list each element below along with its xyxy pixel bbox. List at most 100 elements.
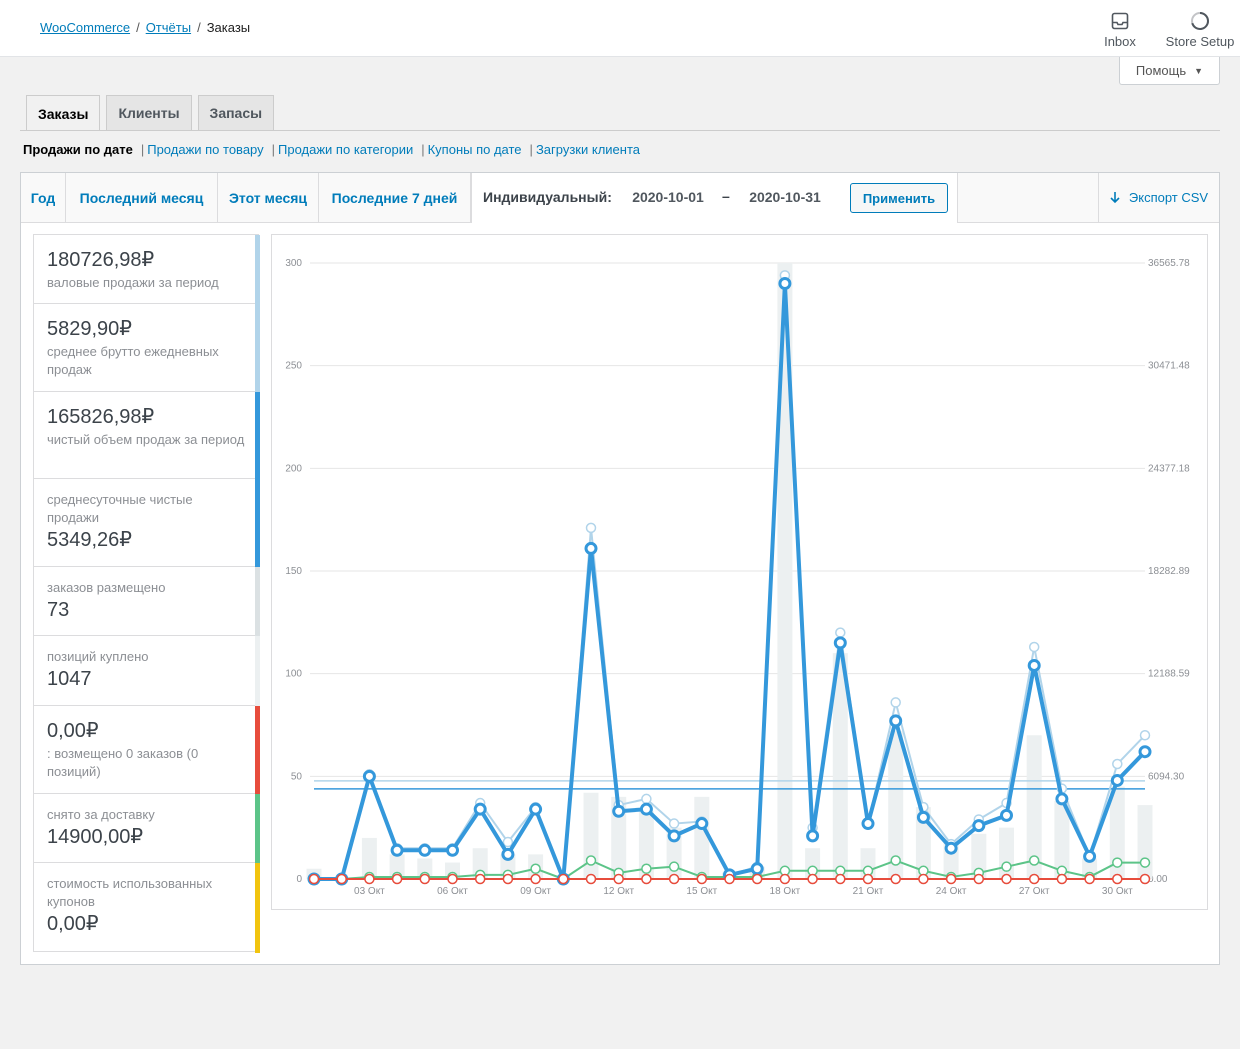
legend-value: 165826,98₽ [47, 406, 155, 428]
shipping-point [1139, 857, 1151, 868]
legend-color-bar [255, 794, 260, 863]
breadcrumb-woocommerce-link[interactable]: WooCommerce [40, 20, 130, 35]
refunds-point [807, 873, 818, 885]
report-tabs: Заказы Клиенты Запасы [26, 95, 275, 131]
subnav-sales-by-product[interactable]: Продажи по товару [147, 142, 263, 157]
date-dash: – [722, 188, 730, 204]
net_sales-point [1110, 773, 1124, 787]
refunds-point [391, 873, 403, 885]
refunds-point [724, 873, 735, 885]
legend-color-bar [255, 479, 260, 567]
legend-value: 0,00₽ [47, 720, 99, 742]
net_sales-point [833, 636, 847, 650]
legend-label: среднесуточные чистые продажи [47, 492, 193, 525]
range-year[interactable]: Год [21, 173, 66, 222]
refunds-point [530, 873, 541, 885]
refunds-point [696, 873, 708, 885]
legend-color-bar [255, 235, 260, 304]
gross_sales-point [668, 818, 680, 829]
net_sales-point [501, 847, 515, 861]
shipping-point [530, 863, 541, 874]
tab-customers[interactable]: Клиенты [106, 95, 192, 130]
inbox-label: Inbox [1104, 34, 1136, 49]
progress-ring-icon [1191, 12, 1209, 30]
net_sales-point [1027, 658, 1041, 672]
export-csv-label: Экспорт CSV [1128, 190, 1209, 205]
legend-color-bar [255, 304, 260, 392]
net_sales-point [446, 843, 459, 857]
net_sales-point [529, 802, 543, 816]
net_sales-point [584, 541, 598, 555]
shipping-point [1028, 855, 1040, 866]
x-tick-label: 12 Окт [603, 886, 634, 897]
legend-color-bar [255, 636, 260, 706]
legend-refunds[interactable]: 0,00₽ : возмещено 0 заказов (0 позиций) [34, 706, 260, 794]
refunds-point [1084, 873, 1095, 885]
legend-value: 180726,98₽ [47, 249, 155, 271]
subnav-sales-by-category[interactable]: Продажи по категории [278, 142, 413, 157]
x-tick-label: 21 Окт [853, 886, 884, 897]
end-date-input[interactable]: 2020-10-31 [740, 189, 830, 205]
range-last-7-days[interactable]: Последние 7 дней [319, 173, 471, 222]
refunds-point [1001, 873, 1012, 885]
net_sales-point [1083, 849, 1097, 863]
breadcrumb-separator: / [197, 20, 201, 35]
inbox-button[interactable]: Inbox [1098, 10, 1142, 49]
refunds-point [308, 873, 320, 885]
breadcrumb-reports-link[interactable]: Отчёты [146, 20, 191, 35]
legend-value: 1047 [47, 668, 92, 690]
legend-value: 14900,00₽ [47, 826, 144, 848]
shipping-point [1001, 861, 1012, 872]
net_sales-point [916, 810, 930, 824]
net_sales-point [473, 802, 487, 816]
refunds-point [558, 873, 569, 885]
x-tick-label: 03 Окт [354, 886, 385, 897]
range-last-month[interactable]: Последний месяц [66, 173, 218, 222]
y2-tick-label: 6094.30 [1148, 771, 1185, 782]
net_sales-point [362, 769, 376, 783]
legend-orders-placed[interactable]: заказов размещено 73 [34, 567, 260, 636]
legend-color-bar [255, 567, 260, 636]
legend-color-bar [255, 392, 260, 479]
net_sales-point [1055, 792, 1069, 806]
refunds-point [447, 873, 458, 885]
breadcrumb-current: Заказы [206, 20, 251, 35]
legend-shipping[interactable]: снято за доставку 14900,00₽ [34, 794, 260, 863]
net_sales-point [1138, 745, 1152, 759]
gross_sales-point [1028, 641, 1040, 653]
net_sales-point [418, 843, 432, 857]
refunds-point [945, 873, 957, 885]
refunds-point [641, 873, 652, 885]
legend-average-net[interactable]: среднесуточные чистые продажи 5349,26₽ [34, 479, 260, 567]
x-tick-label: 09 Окт [520, 886, 551, 897]
legend-average-gross[interactable]: 5829,90₽ среднее брутто ежедневных прода… [34, 304, 260, 392]
export-csv-button[interactable]: Экспорт CSV [1098, 173, 1219, 222]
tab-stock[interactable]: Запасы [197, 95, 275, 130]
legend-coupons[interactable]: стоимость использованных купонов 0,00₽ [34, 863, 260, 953]
y-tick-label: 300 [285, 258, 302, 269]
y-tick-label: 100 [285, 669, 302, 680]
apply-button[interactable]: Применить [850, 183, 948, 213]
legend-gross-sales[interactable]: 180726,98₽ валовые продажи за период [34, 235, 260, 304]
subnav-coupons-by-date[interactable]: Купоны по дате [428, 142, 522, 157]
net_sales-point [639, 802, 653, 816]
legend-label: чистый объем продаж за период [47, 432, 245, 447]
custom-range-label: Индивидуальный: [483, 189, 612, 205]
refunds-point [585, 873, 597, 885]
range-this-month[interactable]: Этот месяц [218, 173, 319, 222]
legend-label: позиций куплено [47, 649, 149, 664]
refunds-point [862, 873, 874, 885]
report-panel: Год Последний месяц Этот месяц Последние… [20, 172, 1220, 965]
legend-items-purchased[interactable]: позиций куплено 1047 [34, 636, 260, 706]
legend-label: снято за доставку [47, 807, 155, 822]
store-setup-button[interactable]: Store Setup [1160, 10, 1240, 49]
help-button[interactable]: Помощь ▼ [1119, 57, 1220, 85]
tab-orders[interactable]: Заказы [26, 95, 101, 131]
subnav-customer-downloads[interactable]: Загрузки клиента [536, 142, 640, 157]
legend-net-sales[interactable]: 165826,98₽ чистый объем продаж за период [34, 392, 260, 479]
gross_sales-point [890, 697, 901, 708]
net_sales-point [889, 714, 903, 728]
start-date-input[interactable]: 2020-10-01 [623, 189, 713, 205]
refunds-point [336, 873, 347, 885]
y2-tick-label: 36565.78 [1148, 258, 1190, 269]
